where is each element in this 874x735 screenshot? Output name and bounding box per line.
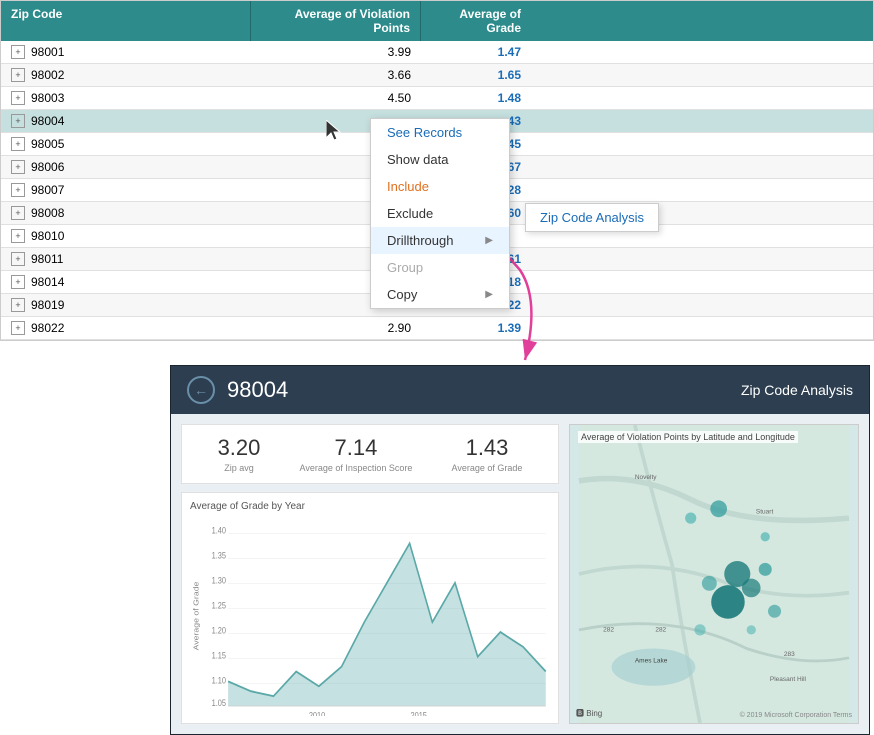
dashboard-panel: ← 98004 Zip Code Analysis 3.20 Zip avg 7… — [170, 365, 870, 735]
chart-area: Average of Grade by Year Average of Grad… — [181, 492, 559, 724]
header-zip: Zip Code — [1, 1, 251, 41]
table-row[interactable]: + 98002 3.66 1.65 — [1, 64, 873, 87]
cell-zip: + 98014 — [1, 271, 251, 293]
cell-zip: + 98007 — [1, 179, 251, 201]
expand-icon[interactable]: + — [11, 68, 25, 82]
dashboard-left: 3.20 Zip avg 7.14 Average of Inspection … — [181, 424, 559, 724]
drillthrough-tooltip[interactable]: Zip Code Analysis — [525, 203, 659, 232]
stat-item: 1.43 Average of Grade — [452, 435, 523, 473]
menu-item-copy[interactable]: Copy ▶ — [371, 281, 509, 308]
map-panel: Average of Violation Points by Latitude … — [569, 424, 859, 724]
expand-icon[interactable]: + — [11, 160, 25, 174]
cell-zip: + 98008 — [1, 202, 251, 224]
header-violations: Average of Violation Points — [251, 1, 421, 41]
svg-text:Novelty: Novelty — [635, 474, 657, 481]
menu-item-include[interactable]: Include — [371, 173, 509, 200]
expand-icon[interactable]: + — [11, 183, 25, 197]
cell-violations: 3.66 — [251, 64, 421, 86]
cell-grade: 1.65 — [421, 64, 531, 86]
svg-text:2010: 2010 — [309, 711, 326, 716]
mouse-cursor — [326, 120, 346, 144]
expand-icon[interactable]: + — [11, 45, 25, 59]
map-copyright: © 2019 Microsoft Corporation Terms — [740, 712, 852, 719]
cell-zip: + 98001 — [1, 41, 251, 63]
stat-value: 7.14 — [300, 435, 413, 461]
chart-title: Average of Grade by Year — [190, 501, 550, 512]
chart-svg-container: Average of Grade 1.40 1.35 1.30 1.25 1.2… — [190, 516, 550, 716]
cell-zip: + 98022 — [1, 317, 251, 339]
svg-text:Pleasant Hill: Pleasant Hill — [770, 676, 807, 683]
cell-zip: + 98002 — [1, 64, 251, 86]
svg-text:1.15: 1.15 — [212, 651, 227, 661]
dashboard-zip: 98004 — [227, 377, 288, 403]
expand-icon[interactable]: + — [11, 206, 25, 220]
stat-label: Average of Inspection Score — [300, 463, 413, 473]
dashboard-header-left: ← 98004 — [187, 376, 288, 404]
cell-zip: + 98019 — [1, 294, 251, 316]
copy-chevron: ▶ — [485, 289, 493, 300]
svg-text:283: 283 — [784, 651, 795, 658]
expand-icon[interactable]: + — [11, 298, 25, 312]
cell-zip: + 98004 — [1, 110, 251, 132]
header-grade: Average of Grade — [421, 1, 531, 41]
table-row[interactable]: + 98003 4.50 1.48 — [1, 87, 873, 110]
expand-icon[interactable]: + — [11, 321, 25, 335]
svg-text:282: 282 — [603, 627, 614, 634]
menu-item-group: Group — [371, 254, 509, 281]
cell-zip: + 98010 — [1, 225, 251, 247]
svg-text:1.05: 1.05 — [212, 698, 227, 708]
stat-value: 3.20 — [218, 435, 261, 461]
map-area: Average of Violation Points by Latitude … — [570, 425, 858, 723]
stats-row: 3.20 Zip avg 7.14 Average of Inspection … — [181, 424, 559, 484]
context-menu: See Records Show data Include Exclude Dr… — [370, 118, 510, 309]
svg-text:Ames Lake: Ames Lake — [635, 657, 668, 664]
menu-item-drillthrough[interactable]: Drillthrough ▶ — [371, 227, 509, 254]
dashboard-title: Zip Code Analysis — [741, 382, 853, 398]
svg-text:Stuart: Stuart — [756, 508, 774, 515]
dashboard-header: ← 98004 Zip Code Analysis — [171, 366, 869, 414]
cell-violations: 4.50 — [251, 87, 421, 109]
expand-icon[interactable]: + — [11, 275, 25, 289]
svg-text:1.25: 1.25 — [212, 601, 227, 611]
stat-label: Average of Grade — [452, 463, 523, 473]
cell-violations: 3.99 — [251, 41, 421, 63]
table-header: Zip Code Average of Violation Points Ave… — [1, 1, 873, 41]
table-row[interactable]: + 98001 3.99 1.47 — [1, 41, 873, 64]
svg-text:Average of Grade: Average of Grade — [192, 581, 200, 650]
expand-icon[interactable]: + — [11, 137, 25, 151]
expand-icon[interactable]: + — [11, 91, 25, 105]
drillthrough-chevron: ▶ — [485, 235, 493, 246]
menu-item-exclude[interactable]: Exclude — [371, 200, 509, 227]
svg-text:1.40: 1.40 — [212, 526, 227, 536]
cell-zip: + 98005 — [1, 133, 251, 155]
stat-item: 3.20 Zip avg — [218, 435, 261, 473]
stat-item: 7.14 Average of Inspection Score — [300, 435, 413, 473]
cell-violations: 2.90 — [251, 317, 421, 339]
svg-text:1.35: 1.35 — [212, 551, 227, 561]
svg-text:1.30: 1.30 — [212, 576, 227, 586]
expand-icon[interactable]: + — [11, 229, 25, 243]
map-background: Novelty Stuart Ames Lake Pleasant Hill 2… — [570, 425, 858, 723]
cell-grade: 1.47 — [421, 41, 531, 63]
expand-icon[interactable]: + — [11, 114, 25, 128]
bing-logo: 🅱 Bing — [576, 708, 602, 719]
expand-icon[interactable]: + — [11, 252, 25, 266]
table-row[interactable]: + 98022 2.90 1.39 — [1, 317, 873, 340]
back-button[interactable]: ← — [187, 376, 215, 404]
svg-text:1.10: 1.10 — [212, 676, 227, 686]
svg-text:2015: 2015 — [410, 711, 427, 716]
dashboard-body: 3.20 Zip avg 7.14 Average of Inspection … — [171, 414, 869, 734]
stat-value: 1.43 — [452, 435, 523, 461]
menu-item-see-records[interactable]: See Records — [371, 119, 509, 146]
cell-zip: + 98003 — [1, 87, 251, 109]
cell-grade: 1.39 — [421, 317, 531, 339]
map-title: Average of Violation Points by Latitude … — [578, 431, 798, 443]
svg-text:282: 282 — [655, 627, 666, 634]
cell-zip: + 98011 — [1, 248, 251, 270]
cell-zip: + 98006 — [1, 156, 251, 178]
menu-item-show-data[interactable]: Show data — [371, 146, 509, 173]
svg-text:1.20: 1.20 — [212, 626, 227, 636]
cell-grade: 1.48 — [421, 87, 531, 109]
stat-label: Zip avg — [218, 463, 261, 473]
